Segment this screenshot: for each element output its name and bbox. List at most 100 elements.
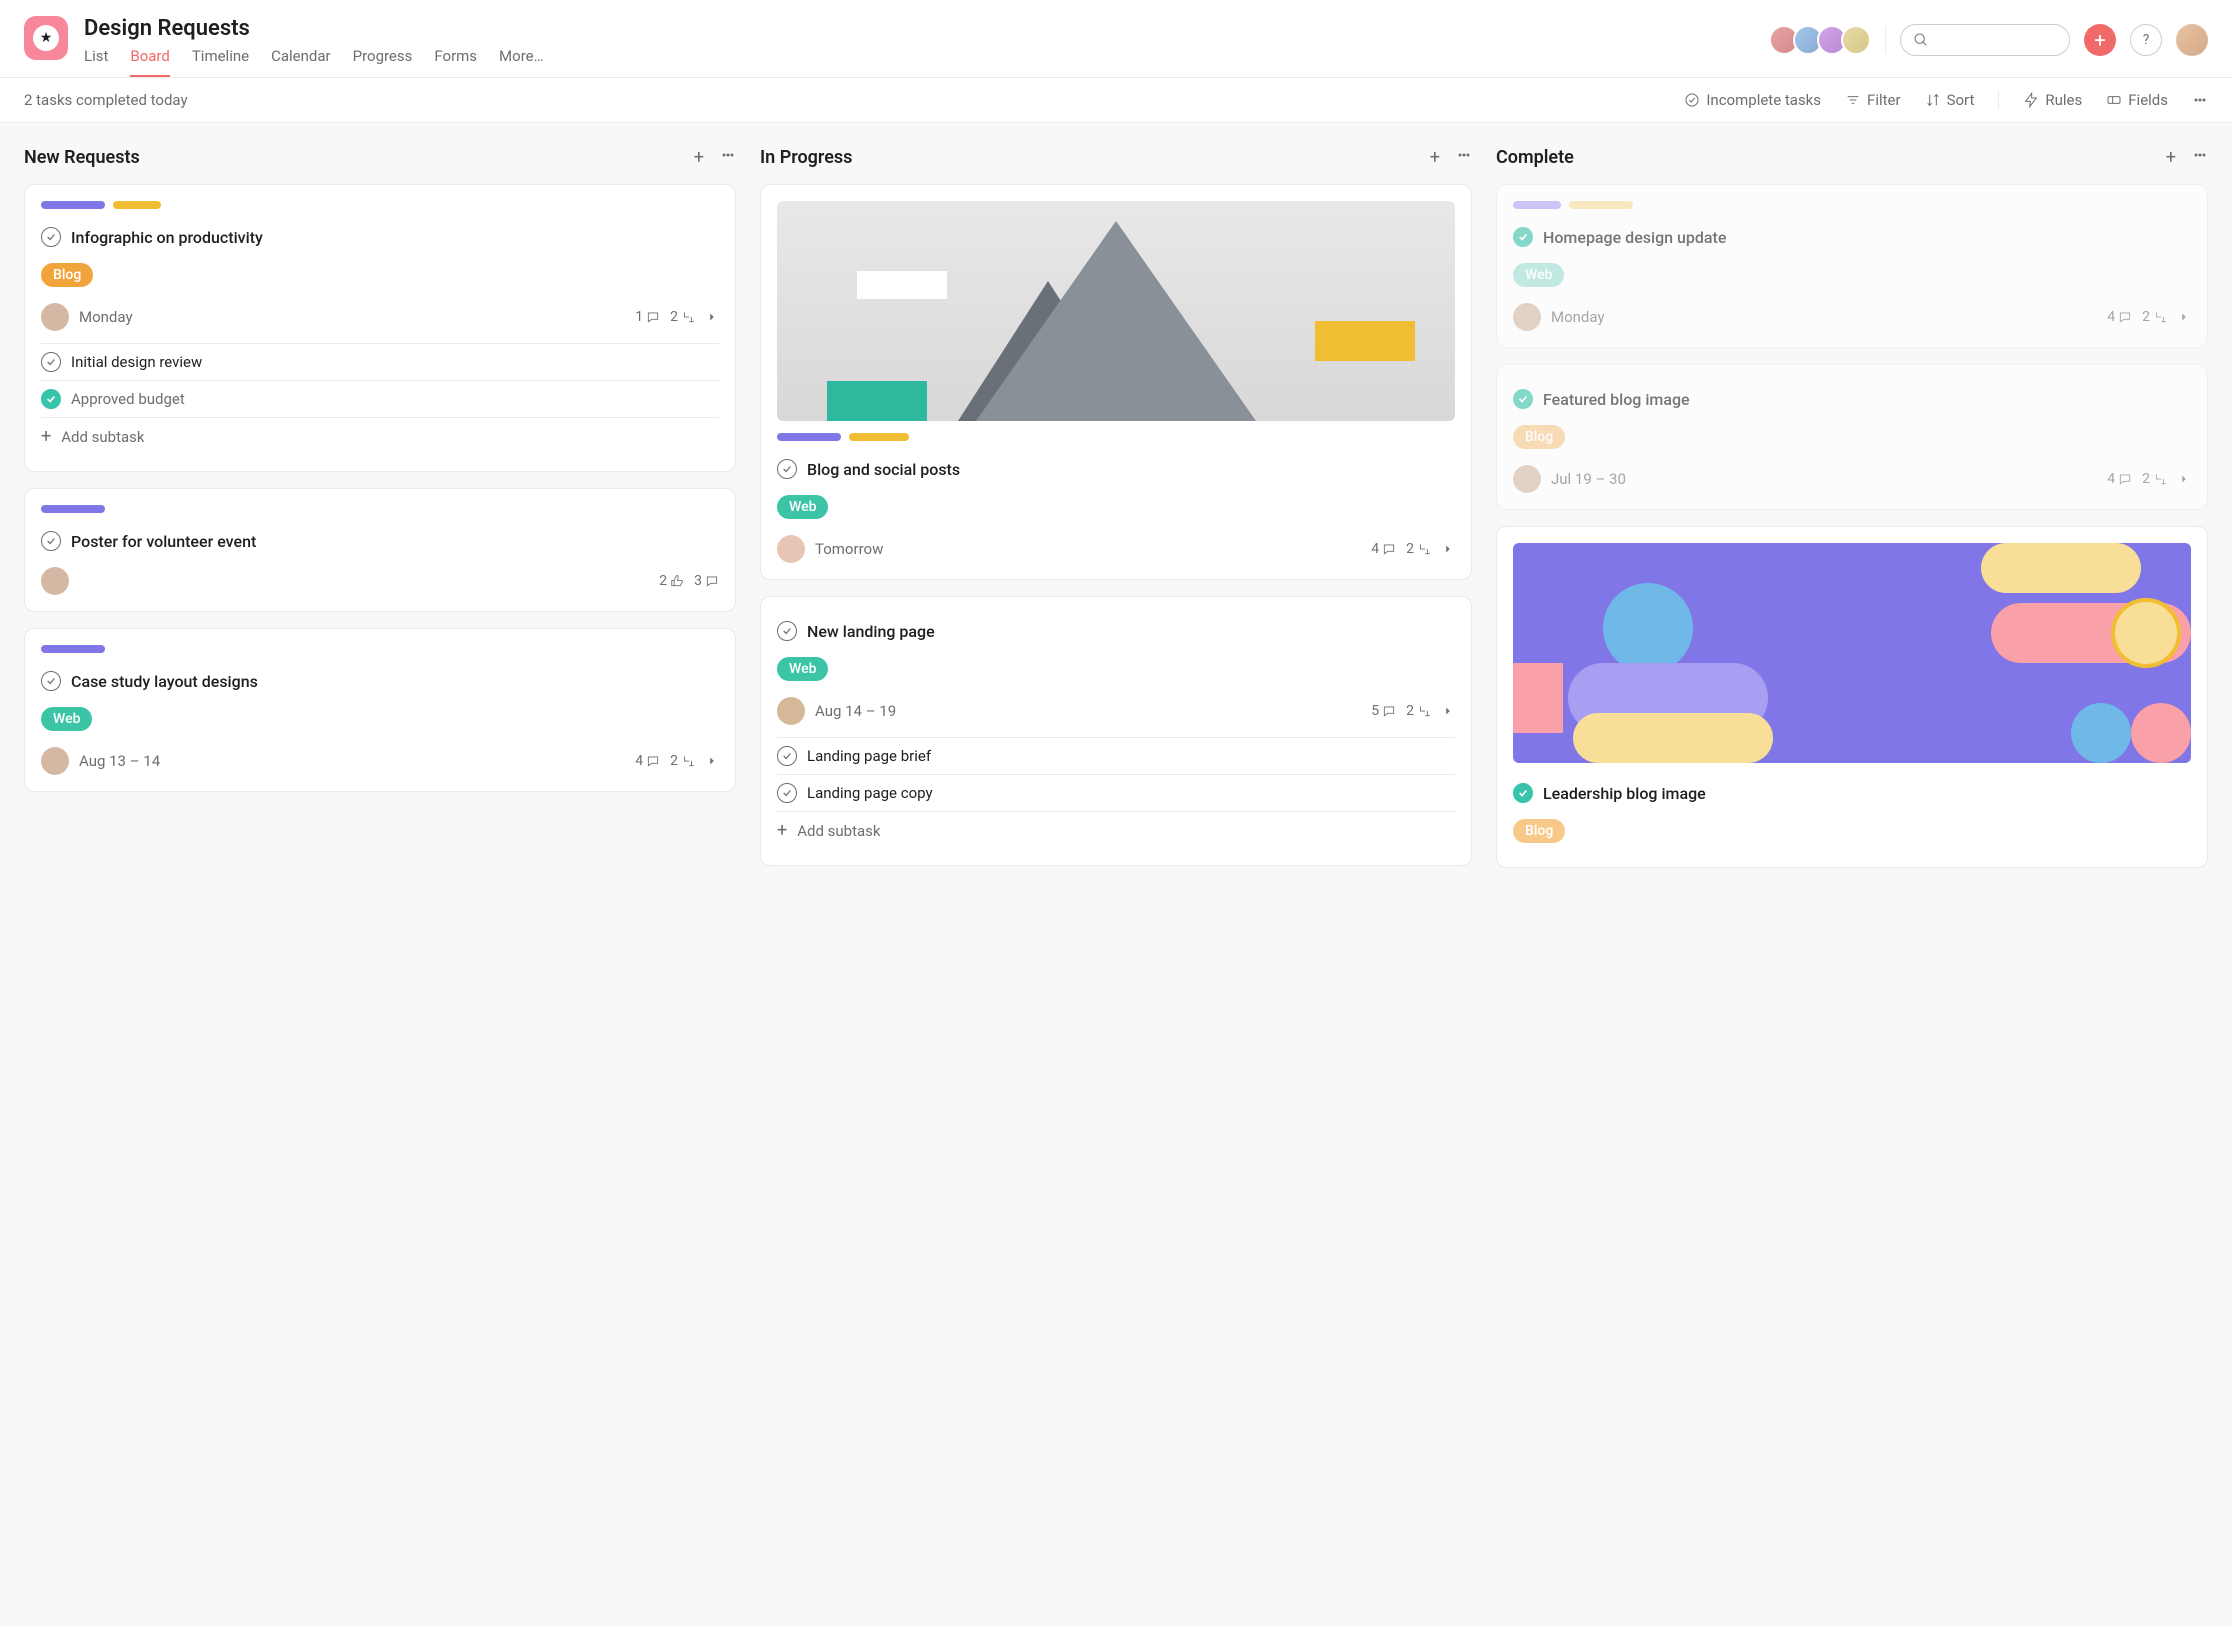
complete-checkbox[interactable] xyxy=(1513,227,1533,247)
column-title[interactable]: Complete xyxy=(1496,147,2166,168)
task-card[interactable]: Case study layout designs Web Aug 13 – 1… xyxy=(24,628,736,792)
task-card[interactable]: Poster for volunteer event 2 3 xyxy=(24,488,736,612)
tag-pill[interactable]: Web xyxy=(41,707,92,731)
assignee-avatar[interactable] xyxy=(777,697,805,725)
search-input[interactable] xyxy=(1900,24,2070,56)
project-icon[interactable]: ★ xyxy=(24,16,68,60)
subtask-count[interactable]: 2 xyxy=(1406,541,1431,557)
complete-checkbox[interactable] xyxy=(41,389,61,409)
incomplete-filter[interactable]: Incomplete tasks xyxy=(1684,91,1821,109)
more-button[interactable] xyxy=(2192,92,2208,108)
column-menu-button[interactable] xyxy=(2192,147,2208,168)
comments-count[interactable]: 4 xyxy=(635,753,660,769)
tag-pill[interactable]: Blog xyxy=(41,263,93,287)
tab-board[interactable]: Board xyxy=(130,47,169,77)
fields-button[interactable]: Fields xyxy=(2106,91,2168,109)
comments-count[interactable]: 4 xyxy=(2107,471,2132,487)
tab-timeline[interactable]: Timeline xyxy=(192,47,249,77)
complete-checkbox[interactable] xyxy=(777,459,797,479)
column-menu-button[interactable] xyxy=(1456,147,1472,168)
assignee-avatar[interactable] xyxy=(777,535,805,563)
subtask-count[interactable]: 2 xyxy=(1406,703,1431,719)
column-title[interactable]: In Progress xyxy=(760,147,1430,168)
subtask-row[interactable]: Initial design review xyxy=(41,344,719,381)
due-date: Aug 13 – 14 xyxy=(79,752,160,770)
comments-count[interactable]: 5 xyxy=(1371,703,1396,719)
add-subtask-button[interactable]: + Add subtask xyxy=(41,418,719,455)
status-text: 2 tasks completed today xyxy=(24,91,188,109)
column-menu-button[interactable] xyxy=(720,147,736,168)
likes-count[interactable]: 2 xyxy=(659,573,684,589)
tag-pill[interactable]: Web xyxy=(1513,263,1564,287)
project-title[interactable]: Design Requests xyxy=(84,16,1769,41)
complete-checkbox[interactable] xyxy=(41,531,61,551)
user-avatar[interactable] xyxy=(2176,24,2208,56)
help-button[interactable]: ? xyxy=(2130,24,2162,56)
tab-calendar[interactable]: Calendar xyxy=(271,47,331,77)
tag-pill[interactable]: Web xyxy=(777,495,828,519)
complete-checkbox[interactable] xyxy=(777,621,797,641)
add-subtask-button[interactable]: + Add subtask xyxy=(777,812,1455,849)
tag-pill[interactable]: Web xyxy=(777,657,828,681)
complete-checkbox[interactable] xyxy=(777,746,797,766)
filter-icon xyxy=(1845,92,1861,108)
like-icon xyxy=(670,574,684,588)
subtask-count[interactable]: 2 xyxy=(2142,471,2167,487)
divider xyxy=(1998,90,1999,110)
complete-checkbox[interactable] xyxy=(41,227,61,247)
add-task-button[interactable]: + xyxy=(2166,147,2176,168)
chevron-right-icon[interactable] xyxy=(1441,704,1455,718)
task-card[interactable]: Infographic on productivity Blog Monday … xyxy=(24,184,736,472)
chevron-right-icon[interactable] xyxy=(1441,542,1455,556)
assignee-avatar[interactable] xyxy=(1513,303,1541,331)
complete-checkbox[interactable] xyxy=(1513,783,1533,803)
task-card[interactable]: Homepage design update Web Monday 4 2 xyxy=(1496,184,2208,348)
assignee-avatar[interactable] xyxy=(1513,465,1541,493)
comment-icon xyxy=(2118,472,2132,486)
tag-pill[interactable]: Blog xyxy=(1513,425,1565,449)
complete-checkbox[interactable] xyxy=(41,352,61,372)
tab-forms[interactable]: Forms xyxy=(434,47,477,77)
member-avatars[interactable] xyxy=(1769,25,1871,55)
tab-more[interactable]: More… xyxy=(499,47,544,77)
complete-checkbox[interactable] xyxy=(1513,389,1533,409)
task-card[interactable]: Leadership blog image Blog xyxy=(1496,526,2208,868)
comments-count[interactable]: 4 xyxy=(2107,309,2132,325)
complete-checkbox[interactable] xyxy=(41,671,61,691)
subtask-count[interactable]: 2 xyxy=(2142,309,2167,325)
chevron-right-icon[interactable] xyxy=(2177,472,2191,486)
add-task-button[interactable]: + xyxy=(694,147,704,168)
assignee-avatar[interactable] xyxy=(41,567,69,595)
comments-count[interactable]: 3 xyxy=(694,573,719,589)
subtask-row[interactable]: Landing page copy xyxy=(777,775,1455,812)
assignee-avatar[interactable] xyxy=(41,303,69,331)
chevron-right-icon[interactable] xyxy=(705,310,719,324)
task-title: Poster for volunteer event xyxy=(71,532,256,551)
subtask-row[interactable]: Landing page brief xyxy=(777,738,1455,775)
dots-icon xyxy=(2192,92,2208,108)
tab-list[interactable]: List xyxy=(84,47,108,77)
comments-count[interactable]: 4 xyxy=(1371,541,1396,557)
chevron-right-icon[interactable] xyxy=(2177,310,2191,324)
subtask-count[interactable]: 2 xyxy=(670,753,695,769)
column-title[interactable]: New Requests xyxy=(24,147,694,168)
chevron-right-icon[interactable] xyxy=(705,754,719,768)
task-card[interactable]: Featured blog image Blog Jul 19 – 30 4 2 xyxy=(1496,364,2208,510)
subtask-count[interactable]: 2 xyxy=(670,309,695,325)
assignee-avatar[interactable] xyxy=(41,747,69,775)
star-icon: ★ xyxy=(33,25,59,51)
task-card[interactable]: Blog and social posts Web Tomorrow 4 2 xyxy=(760,184,1472,580)
comments-count[interactable]: 1 xyxy=(635,309,660,325)
complete-checkbox[interactable] xyxy=(777,783,797,803)
add-button[interactable]: + xyxy=(2084,24,2116,56)
sort-button[interactable]: Sort xyxy=(1925,91,1975,109)
cover-image xyxy=(1513,543,2191,763)
due-date: Jul 19 – 30 xyxy=(1551,470,1626,488)
subtask-row[interactable]: Approved budget xyxy=(41,381,719,418)
add-task-button[interactable]: + xyxy=(1430,147,1440,168)
tag-pill[interactable]: Blog xyxy=(1513,819,1565,843)
task-card[interactable]: New landing page Web Aug 14 – 19 5 2 Lan… xyxy=(760,596,1472,866)
rules-button[interactable]: Rules xyxy=(2023,91,2082,109)
filter-button[interactable]: Filter xyxy=(1845,91,1901,109)
tab-progress[interactable]: Progress xyxy=(353,47,413,77)
